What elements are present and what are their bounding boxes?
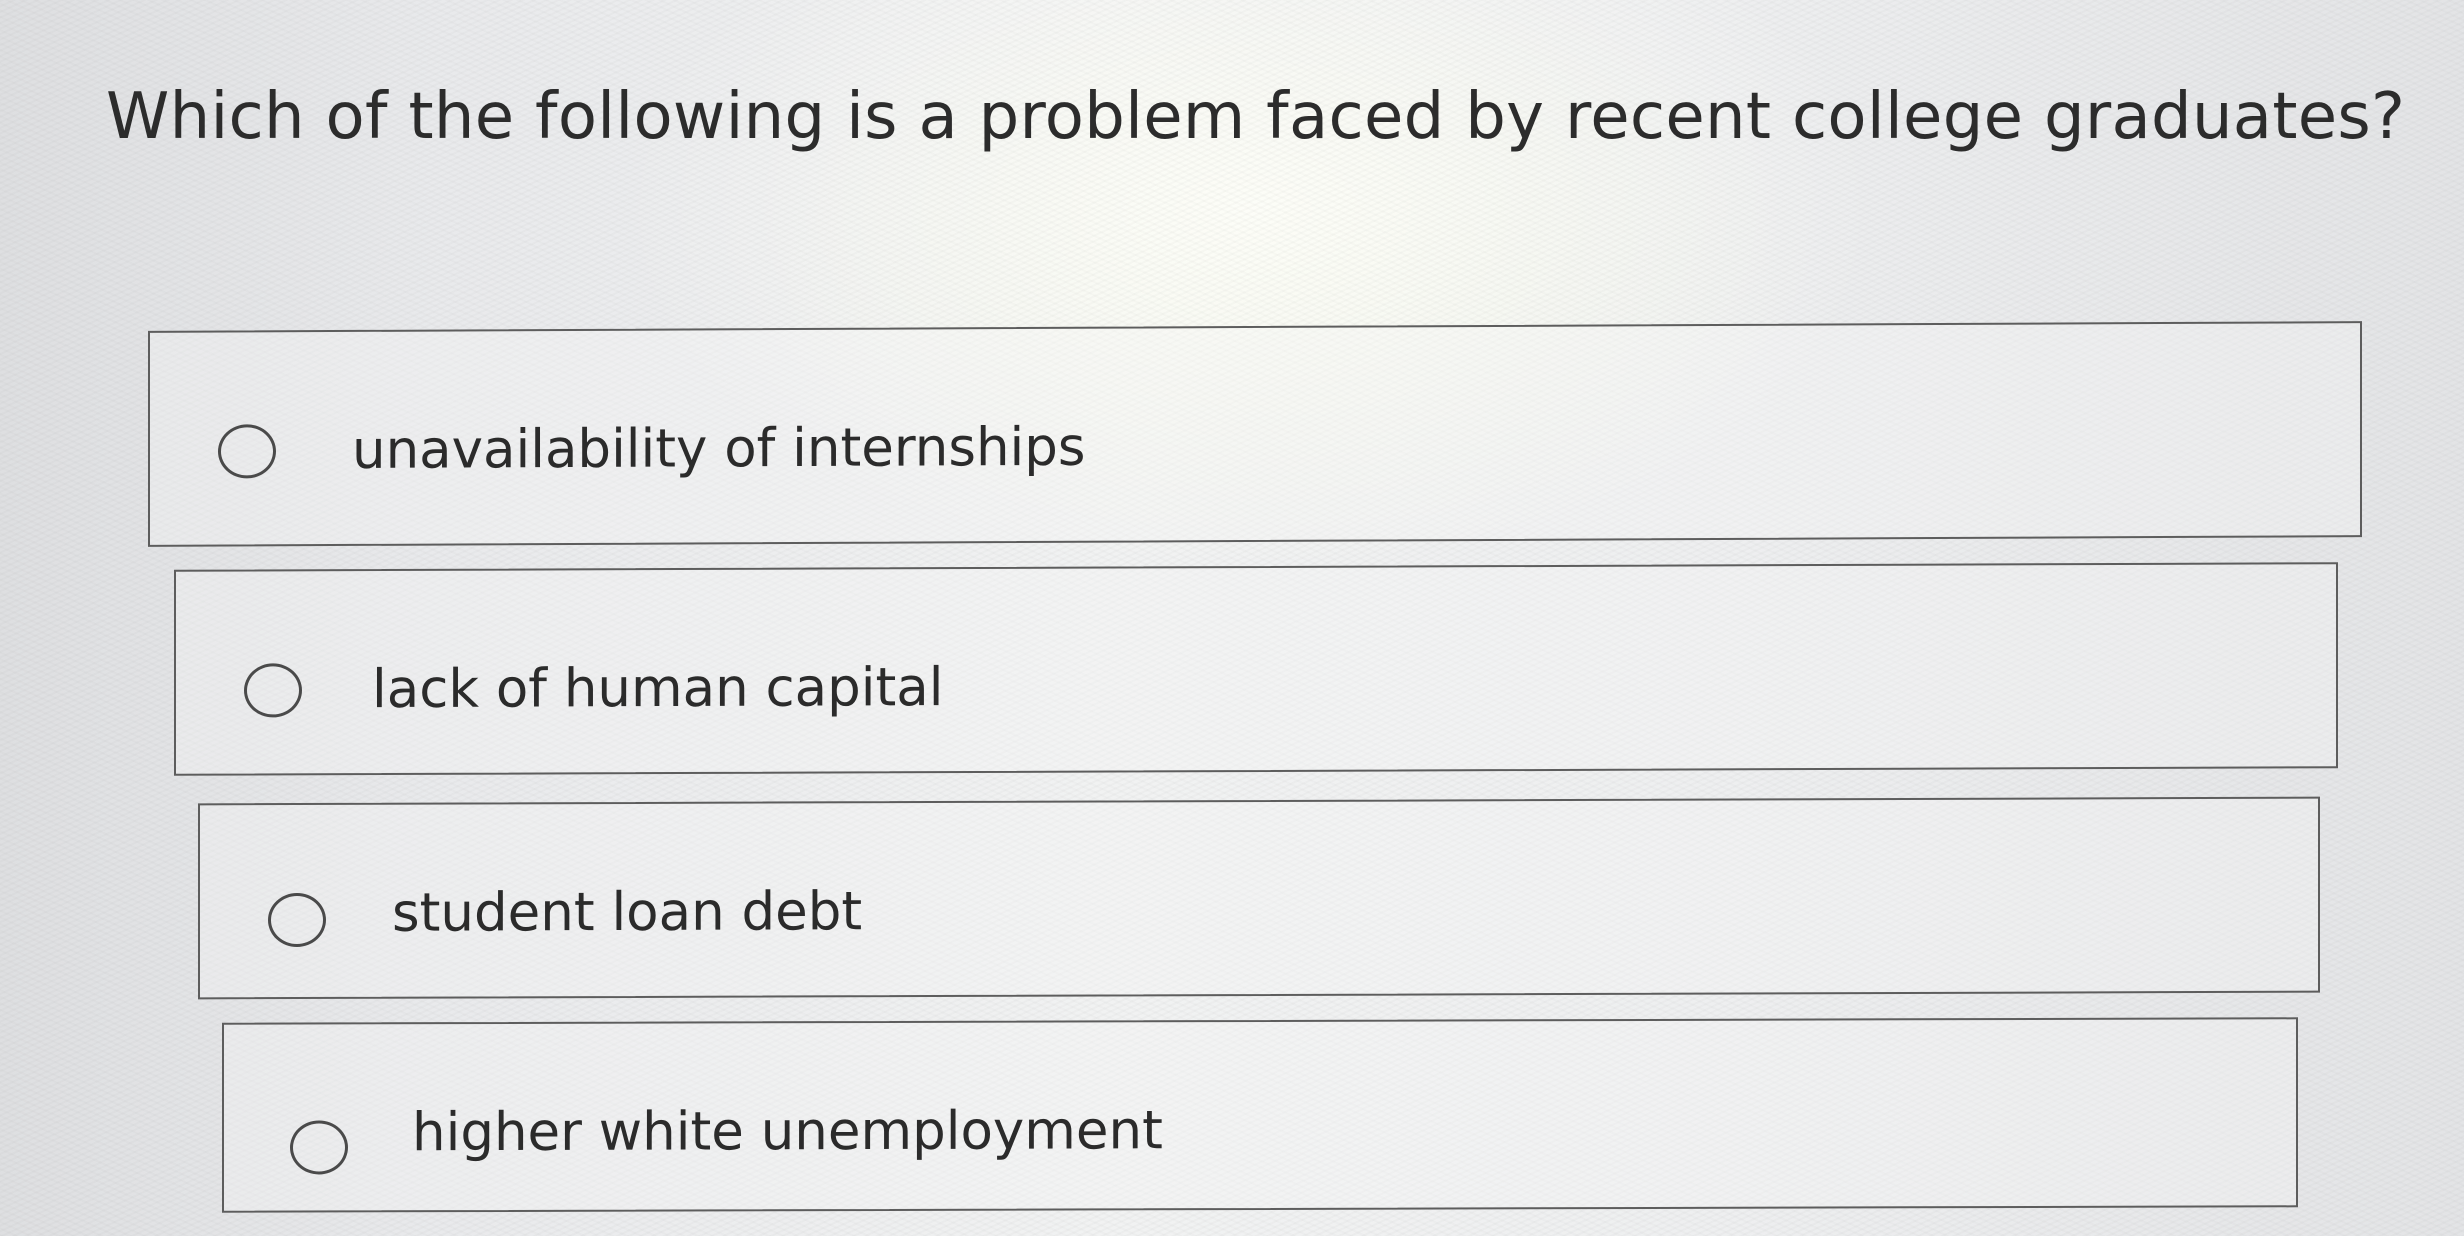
answer-option-3[interactable]: student loan debt [198,796,2320,1000]
answer-option-label: higher white unemployment [412,1100,1163,1164]
answer-option-1[interactable]: unavailability of internships [148,321,2362,547]
radio-unselected-icon[interactable] [290,1120,348,1175]
answer-option-label: lack of human capital [372,657,944,721]
answer-option-2[interactable]: lack of human capital [174,562,2338,776]
question-text: Which of the following is a problem face… [106,80,2406,154]
answer-option-4[interactable]: higher white unemployment [222,1017,2298,1213]
radio-unselected-icon[interactable] [244,663,302,718]
radio-unselected-icon[interactable] [218,424,276,479]
answer-option-label: student loan debt [392,881,863,944]
radio-unselected-icon[interactable] [268,892,326,948]
answer-option-label: unavailability of internships [352,416,1086,481]
